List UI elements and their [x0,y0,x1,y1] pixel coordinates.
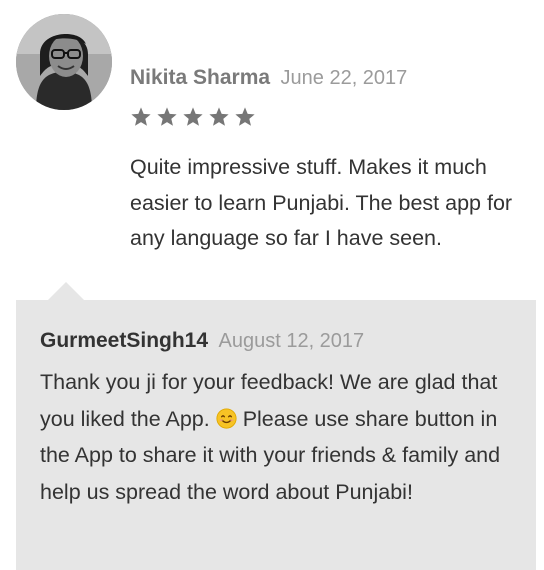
reply-date: August 12, 2017 [218,330,365,352]
avatar[interactable] [16,14,112,110]
star-rating [130,106,256,128]
star-icon [157,107,177,126]
smiling-face-icon [216,407,237,429]
reply-header: GurmeetSingh14 August 12, 2017 [40,329,364,353]
star-icon [183,107,203,126]
reply-text: Thank you ji for your feedback! We are g… [40,364,520,510]
reply-author: GurmeetSingh14 [40,329,209,352]
reviewer-name[interactable]: Nikita Sharma [130,66,270,89]
review-text: Quite impressive stuff. Makes it much ea… [130,155,513,250]
review-card: Nikita Sharma June 22, 2017 Quite impres… [0,0,544,570]
review-date: June 22, 2017 [280,67,408,89]
user-photo-icon [16,14,112,110]
reply-pointer [48,282,84,300]
star-icon [235,107,255,126]
review-header: Nikita Sharma June 22, 2017 [130,66,407,90]
star-icon [209,107,229,126]
star-icon [131,107,151,126]
